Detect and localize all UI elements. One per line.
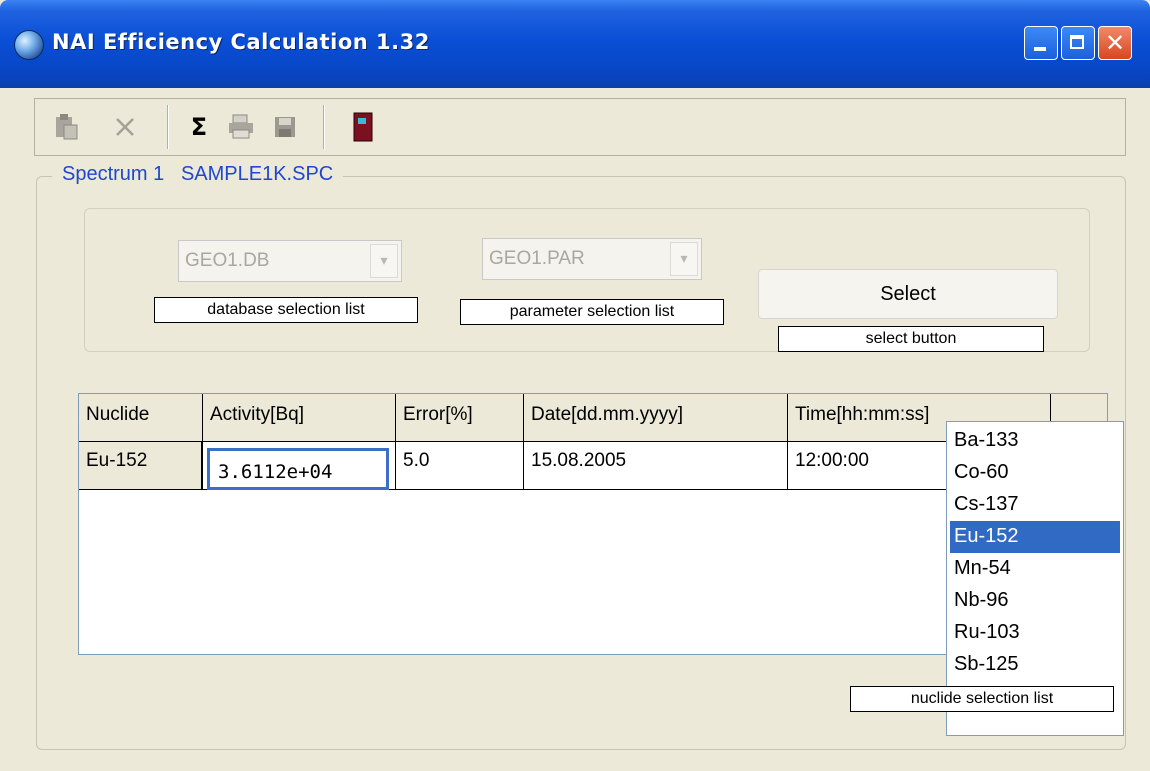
chevron-down-icon[interactable]: ▾	[370, 244, 398, 278]
save-icon[interactable]	[267, 109, 303, 145]
database-value: GEO1.DB	[185, 250, 270, 271]
spectrum-label: Spectrum 1	[62, 163, 165, 185]
delete-icon[interactable]	[107, 109, 143, 145]
toolbar-separator	[167, 105, 169, 149]
nuclide-caption: nuclide selection list	[850, 686, 1114, 712]
title-bar[interactable]: NAI Efficiency Calculation 1.32 ✕	[0, 0, 1150, 88]
select-caption: select button	[778, 326, 1044, 352]
minimize-button[interactable]	[1024, 26, 1058, 60]
toolbar-separator	[323, 105, 325, 149]
paste-icon[interactable]	[49, 109, 85, 145]
select-button[interactable]: Select	[758, 269, 1058, 319]
row-error[interactable]: 5.0	[396, 442, 524, 490]
nuclide-option-selected[interactable]: Eu-152	[950, 521, 1120, 553]
sum-icon[interactable]: Σ	[181, 109, 217, 145]
print-icon[interactable]	[223, 109, 259, 145]
minimize-icon	[1034, 47, 1046, 51]
parameter-value: GEO1.PAR	[489, 248, 585, 269]
close-icon: ✕	[1104, 29, 1126, 57]
row-nuclide[interactable]: Eu-152	[79, 442, 203, 490]
header-error: Error[%]	[396, 394, 524, 442]
header-activity: Activity[Bq]	[203, 394, 396, 442]
header-nuclide: Nuclide	[79, 394, 203, 442]
parameter-caption: parameter selection list	[460, 299, 724, 325]
nuclide-option[interactable]: Sb-125	[950, 649, 1120, 681]
parameter-select[interactable]: GEO1.PAR ▾	[482, 238, 702, 280]
spectrum-file: SAMPLE1K.SPC	[180, 163, 334, 185]
row-date[interactable]: 15.08.2005	[524, 442, 788, 490]
nuclide-option[interactable]: Nb-96	[950, 585, 1120, 617]
exit-door-icon[interactable]	[345, 109, 381, 145]
maximize-icon	[1070, 35, 1084, 49]
maximize-button[interactable]	[1061, 26, 1095, 60]
toolbar: Σ	[34, 98, 1126, 156]
nuclide-option[interactable]: Co-60	[950, 457, 1120, 489]
chevron-down-icon[interactable]: ▾	[670, 242, 698, 276]
nuclide-option[interactable]: Ru-103	[950, 617, 1120, 649]
window-title: NAI Efficiency Calculation 1.32	[52, 30, 430, 54]
activity-edit-field[interactable]: 3.6112e+04	[207, 448, 389, 490]
nuclide-option[interactable]: Cs-137	[950, 489, 1120, 521]
database-caption: database selection list	[154, 297, 418, 323]
nuclide-option[interactable]: Mn-54	[950, 553, 1120, 585]
spectrum-legend: Spectrum 1 SAMPLE1K.SPC	[52, 163, 344, 186]
app-window: NAI Efficiency Calculation 1.32 ✕ Σ Spec…	[0, 0, 1150, 771]
nuclide-option[interactable]: Ba-133	[950, 425, 1120, 457]
database-select[interactable]: GEO1.DB ▾	[178, 240, 402, 282]
header-date: Date[dd.mm.yyyy]	[524, 394, 788, 442]
close-button[interactable]: ✕	[1098, 26, 1132, 60]
app-icon[interactable]	[14, 30, 44, 60]
